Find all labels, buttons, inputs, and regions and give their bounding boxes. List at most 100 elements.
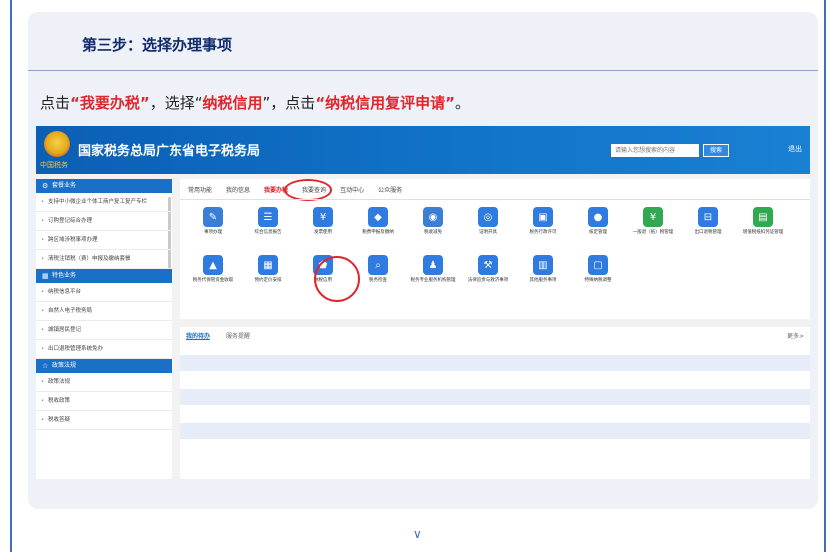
portal-screenshot: 中国税务 国家税务总局广东省电子税务局 搜索 退出 ⚙套餐业务 支持中小微企业个… [36, 126, 810, 479]
service-label: 税务行政许可 [529, 230, 557, 235]
service-tile[interactable]: ▤ 增值税抵扣凭证管理 [738, 207, 788, 236]
service-label: 一般退（抵）税管理 [632, 230, 674, 235]
service-label: 发票使用 [314, 230, 332, 235]
todo-panel: 我的待办 服务提醒 更多> [180, 327, 810, 479]
todo-row [180, 355, 810, 371]
tab-common[interactable]: 常用功能 [188, 185, 212, 197]
service-label: 其他服务事项 [529, 278, 557, 283]
tab-interaction[interactable]: 互动中心 [340, 185, 364, 197]
highlight-circle-tab [284, 179, 332, 201]
main-area: 常用功能 我的信息 我要办税 我要查询 互动中心 公众服务 ✎ 事项办理 ☰ 综合信息… [180, 179, 810, 479]
sidebar-item[interactable]: 政策法规 [36, 373, 172, 392]
service-tile[interactable]: ⌕ 税务检查 [353, 255, 403, 284]
service-label: 事项办理 [204, 230, 222, 235]
emblem-text: 中国税务 [40, 161, 68, 169]
service-label: 税务代保管资金收取 [192, 278, 234, 283]
instruction-part3: ”，点击 [262, 94, 316, 112]
service-tile[interactable]: ▢ 特殊纳税调整 [573, 255, 623, 284]
service-tile[interactable]: ¥ 发票使用 [298, 207, 348, 236]
sidebar-section-header[interactable]: ▦ 特色业务 [36, 269, 172, 283]
sidebar-item[interactable]: 出口退税管理系统免办 [36, 340, 172, 359]
service-tile[interactable]: ⊟ 出口退税管理 [683, 207, 733, 236]
tax-emblem-icon [44, 131, 70, 157]
coins-icon: ◉ [423, 207, 443, 227]
service-label: 综合信息报告 [254, 230, 282, 235]
portal-header: 中国税务 国家税务总局广东省电子税务局 搜索 退出 [36, 126, 810, 174]
service-tile[interactable]: ◉ 税收减免 [408, 207, 458, 236]
service-tile[interactable]: ♟ 税务专业服务机构管理 [408, 255, 458, 284]
site-name: 国家税务总局广东省电子税务局 [78, 144, 261, 159]
gear-icon: ⚙ [42, 182, 49, 190]
person-icon: ● [588, 207, 608, 227]
service-label: 税务检查 [369, 278, 387, 283]
chevron-down-icon[interactable]: ∨ [413, 527, 422, 541]
instruction-part2: ，选择“ [149, 94, 203, 112]
service-label: 核定管理 [589, 230, 607, 235]
calendar-icon: ▦ [258, 255, 278, 275]
step-card: 第三步：选择办理事项 点击“我要办税”，选择“纳税信用”，点击“纳税信用复评申请… [28, 12, 818, 509]
instruction-highlight-3: “纳税信用复评申请” [315, 94, 456, 112]
sidebar-item[interactable]: 税收政策 [36, 392, 172, 411]
doc-icon: ☰ [258, 207, 278, 227]
magnify-doc-icon: ⌕ [368, 255, 388, 275]
service-tile[interactable]: ▥ 其他服务事项 [518, 255, 568, 284]
star-icon: ☆ [42, 362, 49, 370]
service-tile[interactable]: ¥ 一般退（抵）税管理 [628, 207, 678, 236]
service-tile[interactable]: ● 核定管理 [573, 207, 623, 236]
sidebar-item[interactable]: 订购登记综合办理 [36, 212, 172, 231]
service-label: 特殊纳税调整 [584, 278, 612, 283]
tab-public-service[interactable]: 公众服务 [378, 185, 402, 197]
search-button[interactable]: 搜索 [703, 144, 729, 157]
tabs-divider [180, 199, 810, 200]
instruction-highlight-2: 纳税信用 [202, 94, 263, 112]
service-tile[interactable]: ◎ 证明开具 [463, 207, 513, 236]
tab-service-reminder[interactable]: 服务提醒 [226, 331, 250, 340]
instruction-end: 。 [455, 94, 471, 112]
service-label: 预约定价安排 [254, 278, 282, 283]
instruction-part1: 点击 [40, 94, 71, 112]
instruction-text: 点击“我要办税”，选择“纳税信用”，点击“纳税信用复评申请”。 [40, 92, 470, 113]
sidebar-item[interactable]: 纳税信息平台 [36, 283, 172, 302]
sidebar-item[interactable]: 跨区域涉税事项办理 [36, 231, 172, 250]
highlight-circle-credit [314, 256, 360, 302]
logout-link[interactable]: 退出 [788, 144, 802, 154]
service-tile[interactable]: ◆ 税费申报及缴纳 [353, 207, 403, 236]
export-icon: ⊟ [698, 207, 718, 227]
sidebar-item[interactable]: 税收答疑 [36, 411, 172, 430]
ledger-icon: ▤ [753, 207, 773, 227]
service-label: 证明开具 [479, 230, 497, 235]
sidebar-item[interactable]: 清税注销税（费）申报及缴纳套餐 [36, 250, 172, 269]
instruction-highlight-1: “我要办税” [70, 94, 150, 112]
id-card-icon: ▣ [533, 207, 553, 227]
more-link[interactable]: 更多> [787, 331, 804, 340]
user-card-icon: ▢ [588, 255, 608, 275]
pen-icon: ✎ [203, 207, 223, 227]
search-input[interactable] [611, 144, 699, 157]
tab-my-todo[interactable]: 我的待办 [186, 331, 210, 340]
service-label: 增值税抵扣凭证管理 [742, 230, 784, 235]
agent-icon: ♟ [423, 255, 443, 275]
sidebar-item[interactable]: 支持中小微企业个体工商户复工复产专栏 [36, 193, 172, 212]
step-title: 第三步：选择办理事项 [82, 36, 233, 54]
service-tile[interactable]: ✎ 事项办理 [188, 207, 238, 236]
sidebar-item[interactable]: 自然人电子税务局 [36, 302, 172, 321]
service-tile[interactable]: ▣ 税务行政许可 [518, 207, 568, 236]
clipboard-icon: ▥ [533, 255, 553, 275]
service-label: 税务专业服务机构管理 [410, 278, 456, 283]
service-tile[interactable]: ⚒ 法律追责与救济事项 [463, 255, 513, 284]
bag-icon: ▲ [203, 255, 223, 275]
service-label: 法律追责与救济事项 [467, 278, 509, 283]
service-tile[interactable]: ▲ 税务代保管资金收取 [188, 255, 238, 284]
declare-icon: ◆ [368, 207, 388, 227]
service-panel: 常用功能 我的信息 我要办税 我要查询 互动中心 公众服务 ✎ 事项办理 ☰ 综合信息… [180, 179, 810, 319]
service-tile[interactable]: ☰ 综合信息报告 [243, 207, 293, 236]
sidebar-section-header[interactable]: ☆ 政策法规 [36, 359, 172, 373]
sidebar: ⚙套餐业务 支持中小微企业个体工商户复工复产专栏 订购登记综合办理 跨区域涉税事… [36, 179, 172, 479]
service-tile[interactable]: ▦ 预约定价安排 [243, 255, 293, 284]
tab-my-info[interactable]: 我的信息 [226, 185, 250, 197]
service-label: 税收减免 [424, 230, 442, 235]
sidebar-item[interactable]: 城镇居民登记 [36, 321, 172, 340]
sidebar-section-header[interactable]: ⚙ 套餐业务 [36, 179, 172, 193]
service-label: 出口退税管理 [694, 230, 722, 235]
grid-icon: ▦ [42, 272, 49, 280]
